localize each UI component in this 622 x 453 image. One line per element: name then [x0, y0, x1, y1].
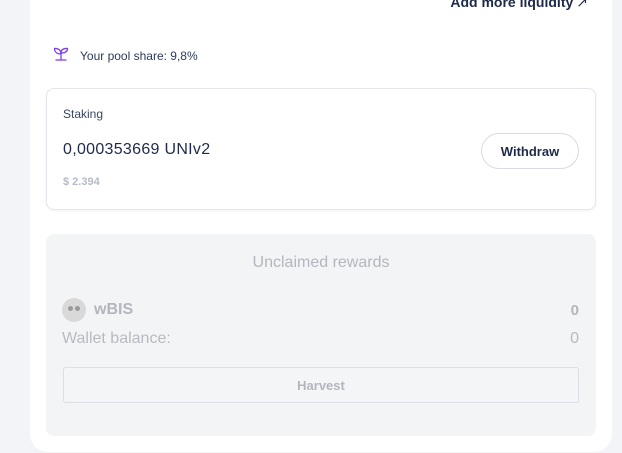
harvest-button[interactable]: Harvest — [63, 367, 579, 403]
reward-token-row: wBIS 0 — [62, 298, 579, 322]
add-more-liquidity-link[interactable]: Add more liquidity ↗ — [450, 0, 588, 11]
pool-share-info: Your pool share: 9,8% — [52, 45, 198, 66]
pool-share-text: Your pool share: 9,8% — [80, 48, 198, 63]
staking-amount: 0,000353669 UNIv2 — [63, 141, 211, 158]
staking-card: Staking 0,000353669 UNIv2 $ 2.394 Withdr… — [46, 88, 596, 210]
sprout-icon — [52, 45, 70, 66]
rewards-title: Unclaimed rewards — [252, 254, 390, 271]
staking-usd-value: $ 2.394 — [63, 176, 100, 188]
wallet-balance-row: Wallet balance: 0 — [62, 330, 579, 348]
withdraw-button[interactable]: Withdraw — [481, 133, 579, 169]
staking-title: Staking — [63, 107, 104, 121]
reward-token-amount: 0 — [570, 301, 579, 319]
reward-token: wBIS — [62, 298, 133, 322]
wallet-balance-label: Wallet balance: — [62, 330, 171, 347]
wallet-balance-value: 0 — [570, 330, 579, 347]
unclaimed-rewards-section: Unclaimed rewards wBIS 0 Wallet balance:… — [46, 234, 596, 436]
add-more-liquidity-label: Add more liquidity — [450, 0, 574, 10]
token-avatar-icon — [62, 298, 86, 322]
reward-token-name: wBIS — [94, 301, 134, 318]
external-arrow-icon: ↗ — [576, 0, 588, 10]
